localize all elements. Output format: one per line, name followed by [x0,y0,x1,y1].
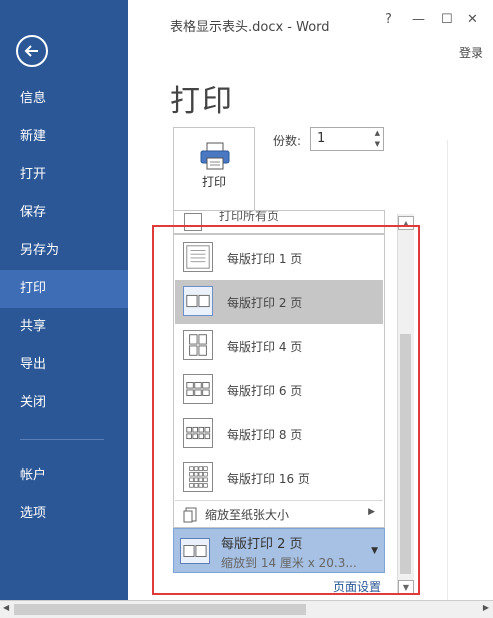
scale-to-paper-label: 缩放至纸张大小 [205,508,290,522]
nav-info[interactable]: 信息 [0,80,128,118]
four-pages-icon [183,330,213,360]
backstage-nav: 信息 新建 打开 保存 另存为 打印 共享 导出 关闭 帐户 选项 [0,80,128,533]
copies-label: 份数: [273,134,302,148]
back-button[interactable] [16,35,48,67]
panel-divider [447,140,448,600]
minimize-button[interactable]: — [412,12,425,27]
pages-per-sheet-dropdown[interactable]: 每版打印 2 页 缩放到 14 厘米 x 20.3... ▼ [173,528,385,573]
login-link[interactable]: 登录 [459,44,483,61]
menu-item-16-pages[interactable]: 每版打印 16 页 [175,456,383,500]
scroll-up-icon[interactable]: ▲ [398,216,414,230]
selected-option-detail: 缩放到 14 厘米 x 20.3... [221,556,357,570]
scroll-right-icon[interactable]: ▶ [483,603,489,612]
help-button[interactable]: ? [385,12,392,27]
horizontal-scrollbar[interactable]: ◀ ▶ [0,600,493,618]
two-pages-icon [180,538,210,564]
sixteen-pages-icon [183,462,213,492]
menu-item-label: 每版打印 6 页 [227,384,303,398]
nav-share[interactable]: 共享 [0,308,128,346]
print-button-label: 打印 [201,175,226,189]
menu-item-label: 每版打印 8 页 [227,428,303,442]
print-range-text: 打印所有页 [219,210,280,223]
six-pages-icon [183,374,213,404]
nav-save[interactable]: 保存 [0,194,128,232]
menu-item-label: 每版打印 1 页 [227,252,303,266]
scale-page-icon [183,507,197,523]
vertical-scrollbar[interactable]: ▲ ▼ [397,214,414,594]
close-button[interactable]: ✕ [467,12,478,27]
nav-account[interactable]: 帐户 [0,457,128,495]
nav-close[interactable]: 关闭 [0,384,128,422]
selected-option-label: 每版打印 2 页 [221,537,303,552]
nav-options[interactable]: 选项 [0,495,128,533]
nav-export[interactable]: 导出 [0,346,128,384]
print-range-dropdown[interactable]: 打印所有页 [173,210,385,234]
nav-save-as[interactable]: 另存为 [0,232,128,270]
nav-new[interactable]: 新建 [0,118,128,156]
restore-button[interactable]: ☐ [441,12,453,27]
menu-item-2-pages[interactable]: 每版打印 2 页 [175,280,383,324]
print-button[interactable]: 打印 [173,127,255,211]
chevron-down-icon: ▼ [371,546,378,556]
scroll-thumb[interactable] [400,334,411,574]
nav-print[interactable]: 打印 [0,270,128,308]
copies-value: 1 [317,131,326,146]
menu-item-1-page[interactable]: 每版打印 1 页 [175,236,383,280]
menu-item-label: 每版打印 2 页 [227,296,303,310]
page-title: 打印 [170,84,234,119]
nav-divider [20,439,104,440]
printer-icon [200,142,230,170]
one-page-icon [183,242,213,272]
spin-down-icon[interactable]: ▼ [375,140,380,148]
horizontal-scroll-thumb[interactable] [14,604,306,615]
menu-item-6-pages[interactable]: 每版打印 6 页 [175,368,383,412]
page-setup-link[interactable]: 页面设置 [333,578,381,595]
spin-up-icon[interactable]: ▲ [375,129,380,137]
menu-item-label: 每版打印 4 页 [227,340,303,354]
submenu-arrow-icon: ▶ [368,507,375,517]
pages-per-sheet-menu: 每版打印 1 页 每版打印 2 页 每版打印 4 页 每版打印 6 页 每版打印… [173,234,385,528]
copies-input[interactable]: 1 ▲ ▼ [310,127,384,151]
scroll-left-icon[interactable]: ◀ [3,603,9,612]
eight-pages-icon [183,418,213,448]
menu-item-8-pages[interactable]: 每版打印 8 页 [175,412,383,456]
menu-item-label: 每版打印 16 页 [227,472,310,486]
back-arrow-icon [24,45,38,57]
scroll-down-icon[interactable]: ▼ [398,580,414,594]
document-icon [184,213,202,231]
menu-item-4-pages[interactable]: 每版打印 4 页 [175,324,383,368]
scale-to-paper-size-item[interactable]: 缩放至纸张大小 ▶ [175,501,383,527]
backstage-sidebar: 信息 新建 打开 保存 另存为 打印 共享 导出 关闭 帐户 选项 [0,0,128,600]
nav-open[interactable]: 打开 [0,156,128,194]
window-title: 表格显示表头.docx - Word [170,20,330,35]
two-pages-icon [183,286,213,316]
